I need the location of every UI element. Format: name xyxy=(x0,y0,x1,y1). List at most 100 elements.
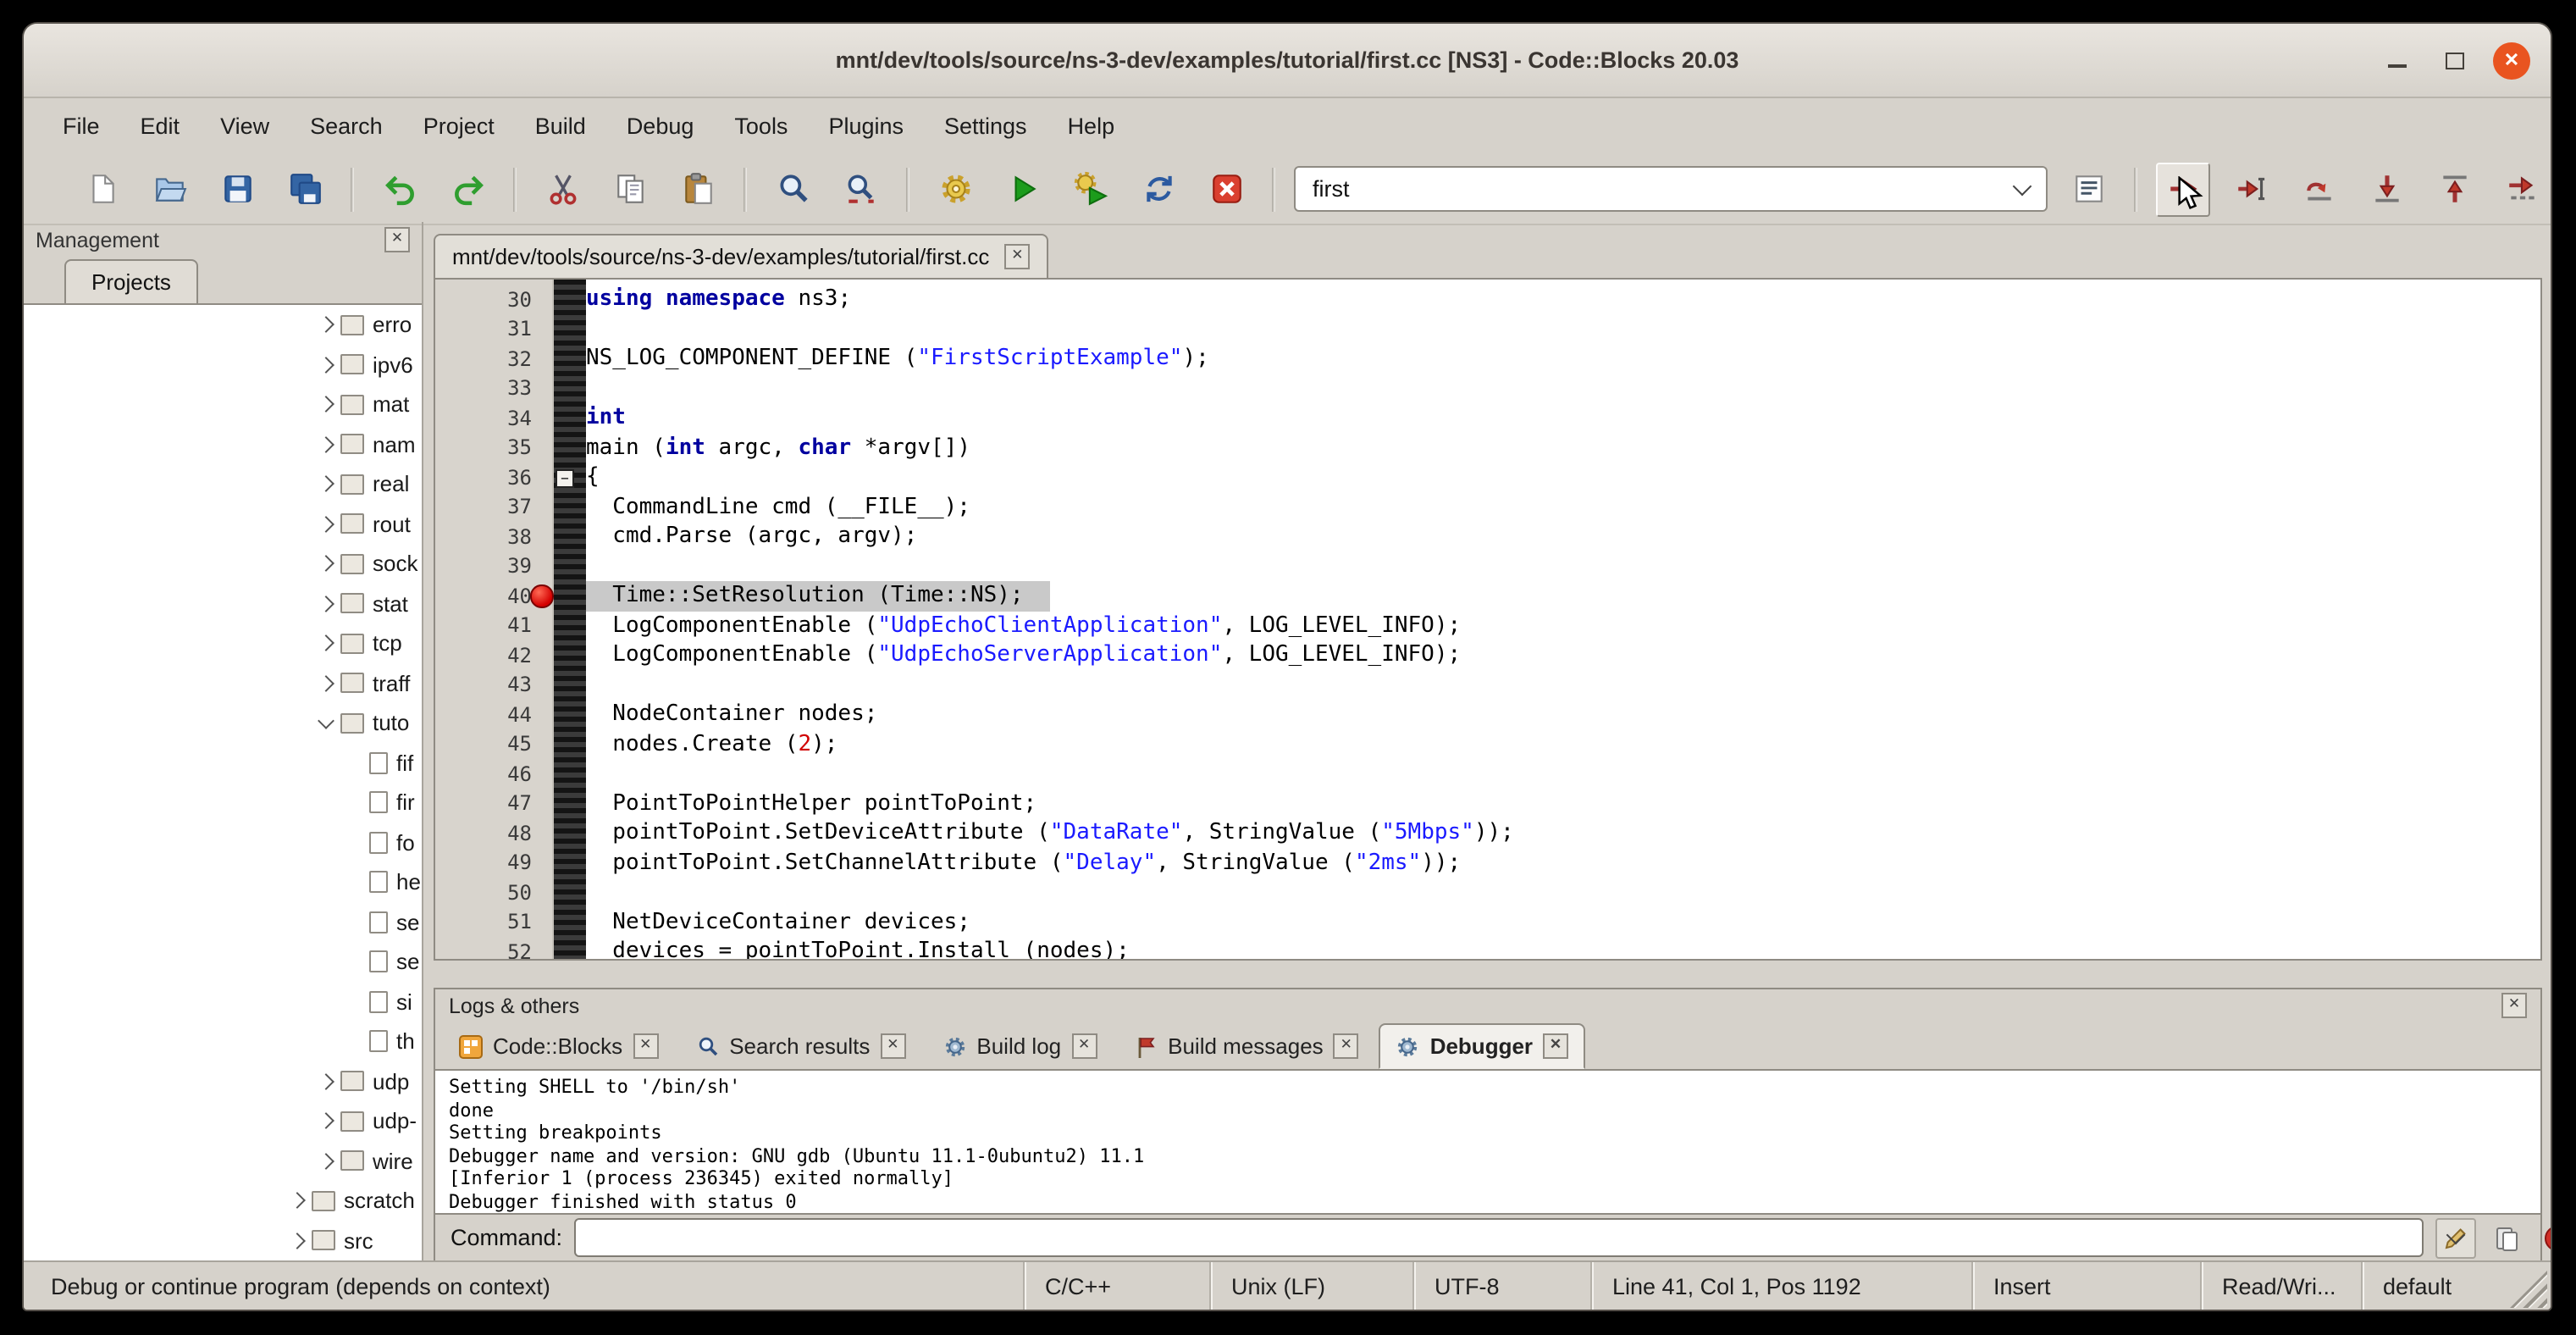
code-text[interactable]: LogComponentEnable ("UdpEchoServerApplic… xyxy=(586,640,1461,670)
menu-search[interactable]: Search xyxy=(291,107,401,146)
code-text[interactable]: int xyxy=(586,403,626,433)
line-number[interactable]: 35 xyxy=(435,436,552,460)
tree-item-sock-6[interactable]: sock xyxy=(24,544,422,584)
close-tab-icon[interactable]: ✕ xyxy=(1543,1033,1568,1059)
tree-expand-icon[interactable] xyxy=(285,1195,308,1207)
tree-expand-icon[interactable] xyxy=(313,1155,337,1167)
tree-expand-icon[interactable] xyxy=(313,399,337,411)
line-number[interactable]: 30 xyxy=(435,288,552,312)
tree-item-tcp-8[interactable]: tcp xyxy=(24,623,422,663)
line-number[interactable]: 50 xyxy=(435,881,552,905)
tree-item-se-16[interactable]: se xyxy=(24,942,422,982)
tree-expand-icon[interactable] xyxy=(285,1235,308,1247)
line-number[interactable]: 45 xyxy=(435,733,552,756)
find-button[interactable] xyxy=(766,162,820,216)
debug-continue-button[interactable] xyxy=(2156,162,2210,216)
tree-item-fo-13[interactable]: fo xyxy=(24,823,422,862)
line-number[interactable]: 48 xyxy=(435,822,552,845)
build-target-combo[interactable]: first xyxy=(1294,166,2048,212)
tree-item-nam-3[interactable]: nam xyxy=(24,424,422,464)
line-number[interactable]: 32 xyxy=(435,347,552,371)
code-text[interactable]: devices = pointToPoint.Install (nodes); xyxy=(586,937,1130,961)
line-number[interactable]: 51 xyxy=(435,911,552,934)
tree-item-udp--20[interactable]: udp- xyxy=(24,1101,422,1141)
line-number[interactable]: 44 xyxy=(435,703,552,727)
menu-project[interactable]: Project xyxy=(405,107,513,146)
code-editor[interactable]: 30using namespace ns3;3132NS_LOG_COMPONE… xyxy=(434,278,2542,961)
code-text[interactable]: NS_LOG_COMPONENT_DEFINE ("FirstScriptExa… xyxy=(586,344,1209,374)
log-tab-build-log[interactable]: Build log✕ xyxy=(926,1023,1114,1069)
debugger-output[interactable]: Setting SHELL to '/bin/sh'doneSetting br… xyxy=(435,1069,2540,1215)
line-number[interactable]: 52 xyxy=(435,940,552,961)
close-tab-icon[interactable]: ✕ xyxy=(633,1033,658,1059)
menu-debug[interactable]: Debug xyxy=(608,107,713,146)
tree-item-erro-0[interactable]: erro xyxy=(24,305,422,345)
logs-close-icon[interactable]: ✕ xyxy=(2501,993,2527,1018)
tab-projects[interactable]: Projects xyxy=(64,259,198,303)
code-text[interactable]: { xyxy=(586,463,600,492)
code-text[interactable]: LogComponentEnable ("UdpEchoClientApplic… xyxy=(586,611,1461,640)
code-text[interactable]: NetDeviceContainer devices; xyxy=(586,907,970,937)
line-number[interactable]: 46 xyxy=(435,762,552,786)
code-text[interactable]: cmd.Parse (argc, argv); xyxy=(586,522,917,551)
tree-item-rout-5[interactable]: rout xyxy=(24,504,422,544)
step-out-button[interactable] xyxy=(2427,162,2481,216)
line-number[interactable]: 43 xyxy=(435,673,552,697)
menu-build[interactable]: Build xyxy=(517,107,605,146)
tree-expand-icon[interactable] xyxy=(313,719,337,728)
maximize-button[interactable] xyxy=(2435,42,2473,79)
replace-button[interactable] xyxy=(833,162,887,216)
menu-edit[interactable]: Edit xyxy=(122,107,199,146)
management-close-icon[interactable]: ✕ xyxy=(384,227,410,252)
tree-expand-icon[interactable] xyxy=(313,479,337,490)
paste-button[interactable] xyxy=(671,162,725,216)
step-into-button[interactable] xyxy=(2359,162,2413,216)
tree-expand-icon[interactable] xyxy=(313,518,337,530)
close-button[interactable]: ✕ xyxy=(2493,42,2530,79)
new-file-button[interactable] xyxy=(75,162,129,216)
tree-item-tuto-10[interactable]: tuto xyxy=(24,703,422,743)
code-text[interactable]: PointToPointHelper pointToPoint; xyxy=(586,789,1036,818)
tree-expand-icon[interactable] xyxy=(313,1116,337,1127)
line-number[interactable]: 36 xyxy=(435,466,552,490)
save-button[interactable] xyxy=(210,162,264,216)
tree-item-real-4[interactable]: real xyxy=(24,464,422,504)
line-number[interactable]: 37 xyxy=(435,496,552,519)
tree-item-mat-2[interactable]: mat xyxy=(24,385,422,424)
tree-expand-icon[interactable] xyxy=(313,638,337,650)
line-number[interactable]: 34 xyxy=(435,407,552,430)
redo-button[interactable] xyxy=(440,162,495,216)
code-text[interactable]: CommandLine cmd (__FILE__); xyxy=(586,492,970,522)
code-text[interactable]: main (int argc, char *argv[]) xyxy=(586,433,970,463)
resize-grip[interactable] xyxy=(2510,1271,2547,1308)
command-input[interactable] xyxy=(574,1218,2424,1257)
copy-button[interactable] xyxy=(603,162,657,216)
build-target-list-button[interactable] xyxy=(2061,162,2115,216)
line-number[interactable]: 38 xyxy=(435,525,552,549)
close-tab-icon[interactable]: ✕ xyxy=(1071,1033,1097,1059)
log-tab-debugger[interactable]: Debugger✕ xyxy=(1379,1023,1585,1069)
tree-expand-icon[interactable] xyxy=(313,558,337,570)
build-button[interactable] xyxy=(928,162,982,216)
code-text[interactable]: nodes.Create (2); xyxy=(586,729,837,759)
cut-button[interactable] xyxy=(535,162,589,216)
code-text[interactable]: NodeContainer nodes; xyxy=(586,700,877,729)
tree-expand-icon[interactable] xyxy=(313,359,337,371)
abort-build-button[interactable] xyxy=(1199,162,1253,216)
minimize-button[interactable] xyxy=(2378,42,2415,79)
rebuild-button[interactable] xyxy=(1131,162,1186,216)
open-file-button[interactable] xyxy=(142,162,196,216)
editor-tab-first-cc[interactable]: mnt/dev/tools/source/ns-3-dev/examples/t… xyxy=(434,234,1048,278)
menu-file[interactable]: File xyxy=(44,107,119,146)
line-number[interactable]: 31 xyxy=(435,318,552,341)
tree-item-th-18[interactable]: th xyxy=(24,1022,422,1061)
tree-item-si-17[interactable]: si xyxy=(24,982,422,1022)
tree-item-fir-12[interactable]: fir xyxy=(24,783,422,823)
fold-marker-icon[interactable]: − xyxy=(556,468,574,487)
log-tab-search-results[interactable]: Search results✕ xyxy=(678,1023,922,1069)
close-tab-icon[interactable]: ✕ xyxy=(1334,1033,1359,1059)
tree-item-he-14[interactable]: he xyxy=(24,862,422,902)
tree-item-fif-11[interactable]: fif xyxy=(24,743,422,783)
menu-settings[interactable]: Settings xyxy=(926,107,1046,146)
tree-item-se-15[interactable]: se xyxy=(24,902,422,942)
